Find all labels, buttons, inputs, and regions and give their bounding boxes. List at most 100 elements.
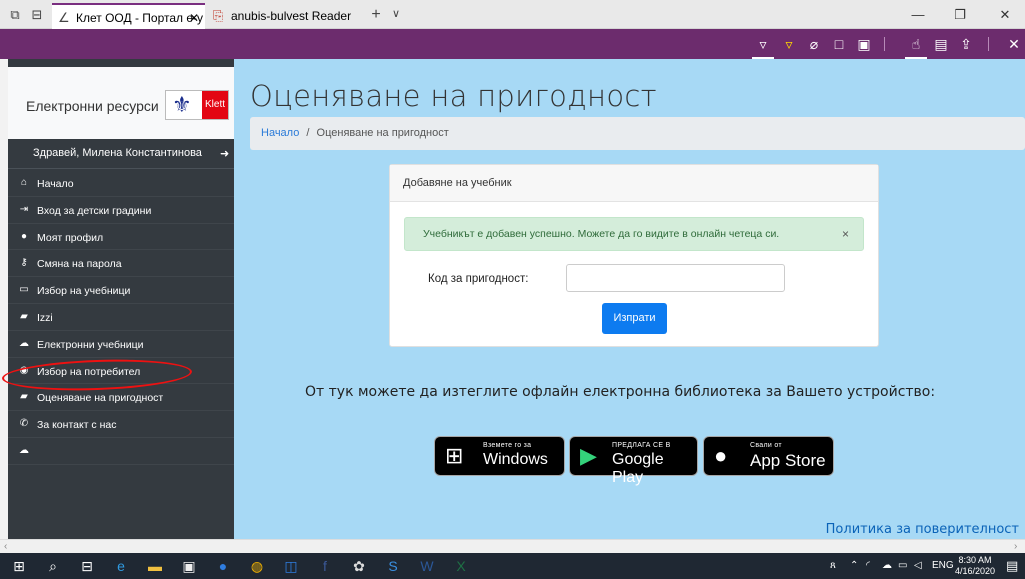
sidebar-item-e-textbooks[interactable]: ☁ Електронни учебници (8, 331, 234, 358)
sidebar-item-label: Начало (37, 178, 74, 190)
home-icon: ⌂ (20, 177, 28, 188)
submit-button[interactable]: Изпрати (602, 303, 667, 334)
tab-anubis-reader[interactable]: ⎘ anubis-bulvest Reader (207, 3, 355, 29)
badge-big-text: Windows (483, 451, 548, 468)
sidebar-item-izzi[interactable]: ▰ Izzi (8, 304, 234, 331)
facebook-icon[interactable]: f (310, 553, 340, 579)
chrome-icon[interactable]: ◍ (242, 553, 272, 579)
card-header: Добавяне на учебник (390, 165, 878, 202)
toolbar-divider (884, 37, 885, 51)
battery-icon[interactable]: ▭ (898, 553, 907, 579)
excel-icon[interactable]: X (446, 553, 476, 579)
fleur-icon: ⚜ (172, 92, 192, 117)
sidebar-item-kindergarten-login[interactable]: ⇥ Вход за детски градини (8, 197, 234, 224)
people-icon[interactable]: ጸ (830, 553, 836, 579)
scroll-right-icon[interactable]: › (1014, 540, 1017, 553)
file-explorer-icon[interactable]: ▬ (140, 553, 170, 579)
klett-logo: ⚜ Klett (165, 90, 229, 120)
show-hidden-icons[interactable]: ⌃ (850, 553, 858, 579)
pdf-favicon-icon: ⎘ (213, 8, 224, 23)
greeting-text: Здравей, Милена Константинова (33, 147, 202, 159)
language-indicator[interactable]: ENG (932, 553, 954, 579)
new-tab-button[interactable]: + (366, 0, 386, 29)
app-icon[interactable]: ● (208, 553, 238, 579)
close-window-icon[interactable]: ✕ (990, 0, 1020, 29)
sidebar-nav: ⌂ Начало ⇥ Вход за детски градини ● Моят пр… (8, 170, 234, 465)
reader-toolbar: ▿ ▿ ⌀ □ ▣ ☝ ▤ ⇪ ✕ (0, 29, 1025, 59)
phone-icon: ✆ (19, 418, 29, 430)
apple-icon: ● (714, 443, 728, 468)
badge-small-text: Вземете го за (483, 442, 532, 449)
alert-close-button[interactable]: × (842, 218, 849, 250)
start-icon[interactable]: ⊞ (4, 553, 34, 579)
eraser-icon[interactable]: ⌀ (803, 29, 825, 59)
main-content: Оценяване на пригодност Начало / Оценява… (234, 59, 1025, 539)
code-input[interactable] (566, 264, 785, 292)
onedrive-icon[interactable]: ☁ (882, 553, 892, 579)
sidebar-item-contact[interactable]: ✆ За контакт с нас (8, 411, 234, 438)
sidebar-item-label: Izzi (37, 311, 53, 324)
share-icon[interactable]: ⇪ (955, 29, 977, 59)
page-viewport: Електронни ресурси ⚜ Klett Здравей, Миле… (0, 59, 1025, 539)
browser-tab-bar: ⧉ ⊟ ∠ Клет ООД - Портал е-у ✕ ⎘ anubis-b… (0, 0, 1025, 29)
horizontal-scrollbar[interactable]: ‹ › (0, 539, 1025, 553)
edge-icon[interactable]: e (106, 553, 136, 579)
tab-preview-icon[interactable]: ⊟ (26, 0, 48, 29)
success-alert: Учебникът е добавен успешно. Можете да г… (404, 217, 864, 251)
save-icon[interactable]: ▤ (930, 29, 952, 59)
action-center-icon[interactable]: ▤ (1006, 553, 1018, 579)
badge-small-text: ПРЕДЛАГА СЕ В (612, 442, 671, 449)
cloud-icon: ☁ (19, 337, 29, 349)
badge-big-text: App Store (750, 451, 826, 470)
tab-klett-portal[interactable]: ∠ Клет ООД - Портал е-у ✕ (52, 3, 205, 29)
maximize-icon[interactable]: ❐ (945, 0, 975, 29)
windows-taskbar: ⊞ ⌕ ⊟ e ▬ ▣ ● ◍ ◫ f ✿ S W X ጸ ⌃ ◜ ☁ ▭ ◁ … (0, 553, 1025, 579)
search-icon[interactable]: ⌕ (38, 553, 68, 579)
volume-icon[interactable]: ◁ (914, 553, 922, 579)
exit-inking-icon[interactable]: ✕ (1003, 29, 1025, 59)
cloud-icon: ☁ (19, 444, 29, 456)
privacy-policy-link[interactable]: Политика за поверителност (826, 522, 1019, 537)
highlighter-icon[interactable]: ▿ (752, 29, 774, 59)
store-icon[interactable]: ▣ (174, 553, 204, 579)
sidebar-item-textbook-selection[interactable]: ▭ Избор на учебници (8, 277, 234, 304)
set-aside-tabs-icon[interactable]: ⧉ (4, 0, 26, 29)
clip-icon[interactable]: ▣ (853, 29, 875, 59)
logout-icon[interactable]: ➜ (220, 147, 229, 160)
book-icon: ▰ (20, 310, 28, 322)
sidebar-item-label: Избор на учебници (37, 285, 131, 298)
badge-small-text: Свали от (750, 442, 782, 449)
touch-write-icon[interactable]: ☝ (905, 29, 927, 59)
clock[interactable]: 8:30 AM 4/16/2020 (955, 555, 995, 577)
comment-icon[interactable]: □ (828, 29, 850, 59)
task-view-icon[interactable]: ⊟ (72, 553, 102, 579)
sidebar-item-label: Смяна на парола (37, 258, 122, 271)
sidebar-item-home[interactable]: ⌂ Начало (8, 170, 234, 197)
tab-list-button[interactable]: ∨ (388, 0, 404, 29)
skype-icon[interactable]: S (378, 553, 408, 579)
google-play-badge[interactable]: ▶ ПРЕДЛАГА СЕ В Google Play (569, 436, 698, 486)
sidebar-item-assessment[interactable]: ▰ Оценяване на пригодност (8, 384, 234, 412)
breadcrumb-home-link[interactable]: Начало (261, 127, 299, 139)
brand-header[interactable]: Електронни ресурси ⚜ Klett (8, 67, 234, 139)
sidebar-item-label: Оценяване на пригодност (37, 392, 164, 405)
network-icon[interactable]: ◜ (866, 553, 870, 579)
word-icon[interactable]: W (412, 553, 442, 579)
tab-title: anubis-bulvest Reader (231, 9, 352, 23)
sidebar: Електронни ресурси ⚜ Klett Здравей, Миле… (8, 59, 234, 539)
sign-in-icon: ⇥ (19, 203, 29, 215)
pen-icon[interactable]: ▿ (778, 29, 800, 59)
windows-store-badge[interactable]: ⊞ Вземете го за Windows (434, 436, 565, 476)
minimize-icon[interactable]: — (903, 0, 933, 29)
sidebar-item-user-select[interactable]: ◉ Избор на потребител (8, 358, 234, 385)
app-icon[interactable]: ✿ (344, 553, 374, 579)
sidebar-item-profile[interactable]: ● Моят профил (8, 224, 234, 251)
close-tab-icon[interactable]: ✕ (189, 5, 199, 29)
sidebar-item-cloud[interactable]: ☁ (8, 438, 234, 465)
app-store-badge[interactable]: ● Свали от App Store (703, 436, 834, 476)
add-textbook-card: Добавяне на учебник Учебникът е добавен … (389, 164, 879, 347)
outlook-icon[interactable]: ◫ (276, 553, 306, 579)
user-greeting: Здравей, Милена Константинова ➜ (8, 139, 234, 169)
scroll-left-icon[interactable]: ‹ (4, 540, 7, 553)
sidebar-item-change-password[interactable]: ⚷ Смяна на парола (8, 250, 234, 278)
